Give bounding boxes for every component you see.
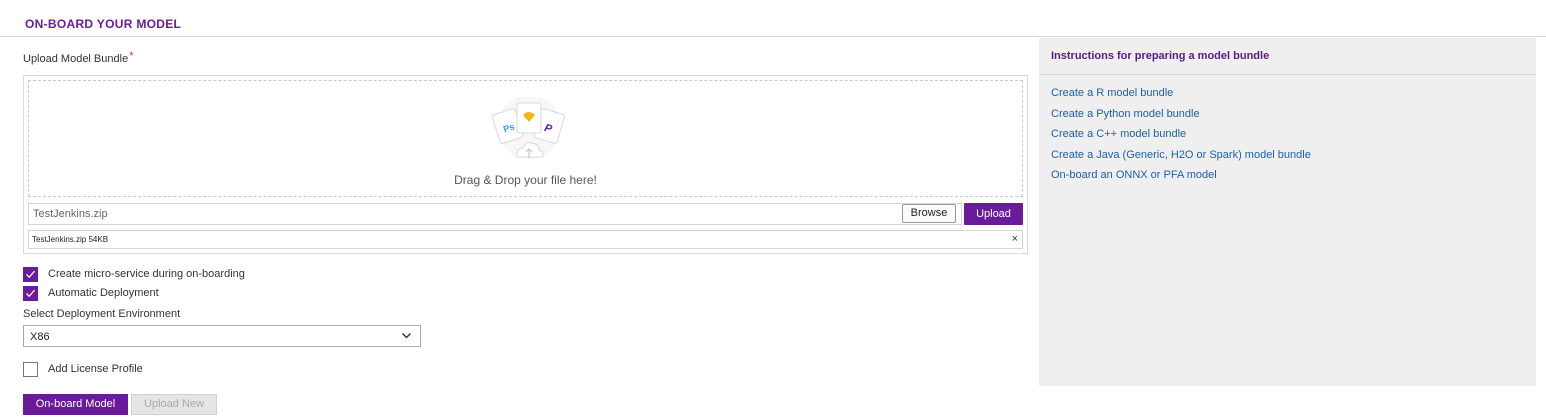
link-python-bundle[interactable]: Create a Python model bundle [1051,107,1311,128]
environment-value: X86 [30,331,50,343]
microservice-label: Create micro-service during on-boarding [48,268,245,280]
upload-box: Ps P Drag & Drop your file here! Browse … [23,75,1028,254]
selected-file-item: TestJenkins.zip 54KB × [28,230,1023,249]
file-types-illustration-icon: Ps P [491,97,565,159]
file-name-input[interactable] [28,203,962,225]
auto-deploy-label: Automatic Deployment [48,287,159,299]
environment-select[interactable]: X86 [23,325,421,347]
link-cpp-bundle[interactable]: Create a C++ model bundle [1051,127,1311,148]
page-header: ON-BOARD YOUR MODEL [0,0,1546,37]
link-java-bundle[interactable]: Create a Java (Generic, H2O or Spark) mo… [1051,148,1311,169]
page-title: ON-BOARD YOUR MODEL [25,17,182,31]
link-r-bundle[interactable]: Create a R model bundle [1051,86,1311,107]
microservice-checkbox[interactable] [23,267,38,282]
instructions-title: Instructions for preparing a model bundl… [1051,50,1270,62]
upload-button[interactable]: Upload [964,203,1023,225]
auto-deploy-checkbox[interactable] [23,286,38,301]
chevron-down-icon [402,333,411,339]
required-marker: * [129,50,134,62]
onboard-model-button[interactable]: On-board Model [23,394,128,415]
link-onnx-pfa[interactable]: On-board an ONNX or PFA model [1051,168,1311,189]
file-row: Browse Upload [28,203,1023,225]
remove-file-button[interactable]: × [1012,231,1018,248]
browse-button[interactable]: Browse [902,204,956,223]
upload-new-button[interactable]: Upload New [131,394,217,415]
drop-zone[interactable]: Ps P Drag & Drop your file here! [28,80,1023,197]
divider [1039,74,1536,75]
checkmark-icon [26,270,35,279]
selected-file-name: TestJenkins.zip 54KB [32,235,109,244]
upload-bundle-label-text: Upload Model Bundle [23,53,129,65]
license-label: Add License Profile [48,363,143,375]
license-checkbox[interactable] [23,362,38,377]
checkmark-icon [26,289,35,298]
drop-text: Drag & Drop your file here! [454,173,597,187]
upload-bundle-label: Upload Model Bundle* [23,50,134,65]
environment-label: Select Deployment Environment [23,308,181,320]
instructions-link-list: Create a R model bundle Create a Python … [1051,86,1311,189]
instructions-panel: Instructions for preparing a model bundl… [1039,38,1536,386]
